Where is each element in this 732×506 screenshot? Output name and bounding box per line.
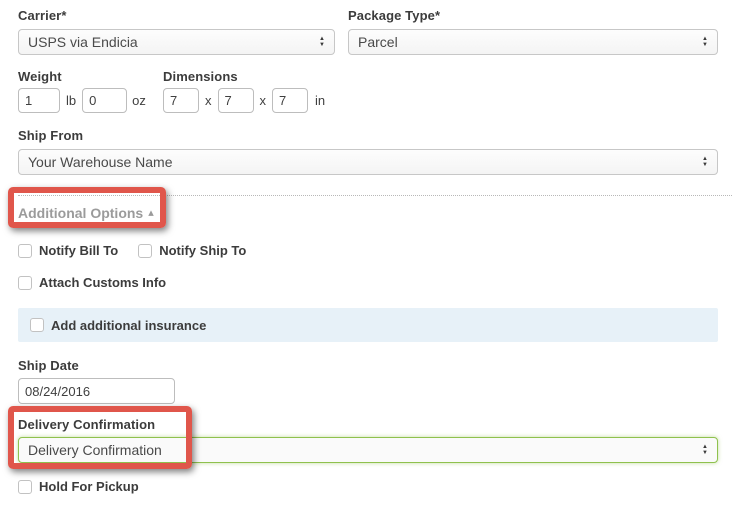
- add-additional-insurance-label: Add additional insurance: [51, 317, 207, 333]
- weight-dimensions-inputs: lb oz x x in: [18, 88, 718, 113]
- hold-for-pickup-option: Hold For Pickup: [18, 479, 139, 494]
- additional-options-toggle[interactable]: Additional Options ▴: [18, 205, 154, 221]
- package-type-select-value: Parcel: [358, 34, 398, 50]
- collapse-arrow-icon: ▴: [148, 206, 154, 219]
- notify-ship-to-label: Notify Ship To: [159, 243, 247, 258]
- dimension-separator: x: [205, 93, 212, 108]
- ship-from-label: Ship From: [18, 128, 84, 143]
- dimension-separator: x: [259, 93, 267, 108]
- attach-customs-info-option: Attach Customs Info: [18, 275, 166, 290]
- ship-date-input[interactable]: [18, 378, 175, 404]
- add-additional-insurance-option: Add additional insurance: [30, 318, 206, 333]
- notify-bill-to-option: Notify Bill To: [18, 243, 118, 258]
- delivery-confirmation-select[interactable]: Delivery Confirmation ▲ ▼: [18, 437, 718, 463]
- notify-bill-to-label: Notify Bill To: [39, 243, 119, 258]
- weight-pounds-input[interactable]: [18, 88, 60, 113]
- dimension-height-input[interactable]: [272, 88, 308, 113]
- hold-for-pickup-label: Hold For Pickup: [39, 479, 139, 494]
- weight-dimensions-labels: Weight Dimensions: [18, 69, 718, 84]
- package-type-label: Package Type*: [348, 8, 441, 23]
- select-arrows-icon: ▲ ▼: [702, 443, 708, 456]
- notify-checkbox-row: Notify Bill To Notify Ship To: [18, 243, 718, 258]
- additional-options-label: Additional Options: [18, 205, 144, 221]
- weight-label: Weight: [18, 69, 62, 84]
- attach-customs-info-label: Attach Customs Info: [39, 275, 167, 290]
- dimension-length-input[interactable]: [163, 88, 199, 113]
- select-arrows-icon: ▲ ▼: [702, 155, 708, 168]
- customs-checkbox-row: Attach Customs Info: [18, 275, 718, 290]
- insurance-banner: Add additional insurance: [18, 308, 718, 342]
- add-additional-insurance-checkbox[interactable]: [30, 318, 44, 332]
- notify-bill-to-checkbox[interactable]: [18, 243, 32, 258]
- ship-from-select[interactable]: Your Warehouse Name ▲ ▼: [18, 149, 718, 175]
- pounds-unit: lb: [66, 93, 77, 108]
- carrier-select-value: USPS via Endicia: [28, 34, 138, 50]
- hold-for-pickup-checkbox[interactable]: [18, 479, 32, 494]
- attach-customs-info-checkbox[interactable]: [18, 275, 32, 290]
- dimensions-label: Dimensions: [163, 69, 238, 84]
- section-divider: [18, 195, 732, 196]
- select-arrows-icon: ▲ ▼: [319, 35, 325, 48]
- carrier-select[interactable]: USPS via Endicia ▲ ▼: [18, 29, 335, 55]
- ounces-unit: oz: [132, 93, 146, 108]
- dimension-width-input[interactable]: [217, 88, 254, 113]
- shipping-form: Carrier* USPS via Endicia ▲ ▼ Package Typ…: [0, 0, 732, 506]
- hold-for-pickup-row: Hold For Pickup: [18, 479, 718, 494]
- carrier-package-row: Carrier* USPS via Endicia ▲ ▼ Package Typ…: [18, 8, 718, 55]
- ship-date-label: Ship Date: [18, 358, 79, 373]
- ship-from-select-value: Your Warehouse Name: [28, 154, 173, 170]
- delivery-confirmation-label: Delivery Confirmation: [18, 417, 156, 432]
- select-arrows-icon: ▲ ▼: [702, 35, 708, 48]
- carrier-label: Carrier*: [18, 8, 67, 23]
- notify-ship-to-checkbox[interactable]: [138, 243, 153, 258]
- weight-ounces-input[interactable]: [82, 88, 128, 113]
- inches-unit: in: [315, 93, 326, 108]
- delivery-confirmation-select-value: Delivery Confirmation: [28, 442, 162, 458]
- package-type-select[interactable]: Parcel ▲ ▼: [348, 29, 718, 55]
- notify-ship-to-option: Notify Ship To: [138, 243, 246, 258]
